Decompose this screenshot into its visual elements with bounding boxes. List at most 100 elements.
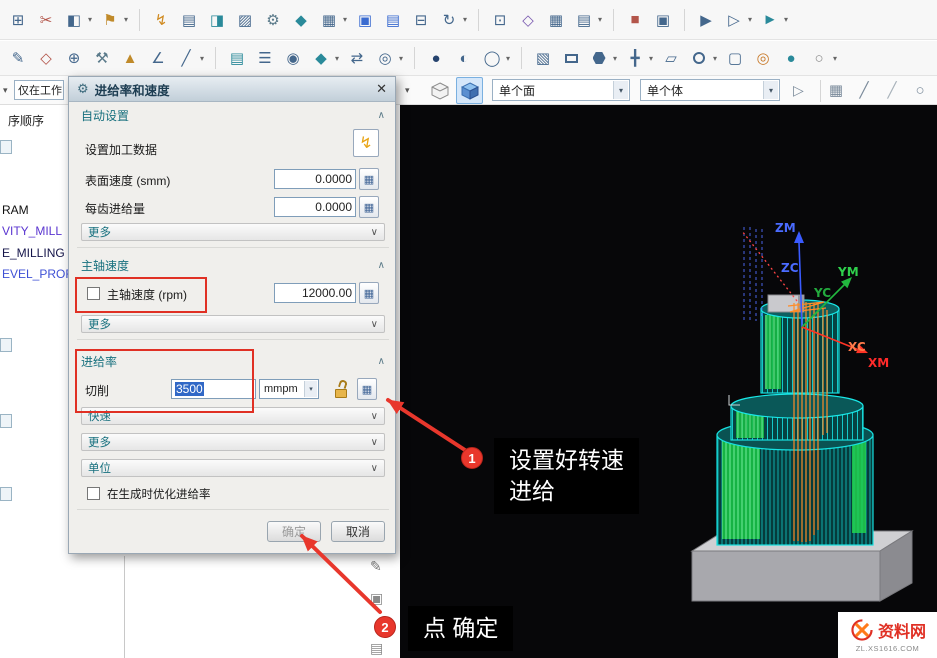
view-overflow-caret-icon[interactable]: ▾	[405, 85, 410, 96]
orbit-icon[interactable]: ◯	[480, 46, 504, 70]
pencil-icon[interactable]: ✎	[6, 46, 30, 70]
collapse-icon[interactable]: ⊟	[409, 8, 433, 32]
chevron-down-icon[interactable]: ∨	[371, 319, 378, 330]
ring2-icon[interactable]: ○	[807, 46, 831, 70]
chevron-down-icon[interactable]: ∨	[371, 437, 378, 448]
dialog-titlebar[interactable]: ⚙ 进给率和速度 ✕	[69, 77, 395, 102]
dropdown-caret-icon[interactable]: ▾	[200, 54, 208, 63]
layers-icon[interactable]: ☰	[253, 46, 277, 70]
target-icon[interactable]: ◉	[281, 46, 305, 70]
forward-arrow-icon[interactable]: ▷	[793, 82, 804, 99]
list-icon[interactable]: ▤	[177, 8, 201, 32]
list-small-icon[interactable]: ▤	[370, 640, 383, 657]
rectangle-icon[interactable]	[559, 46, 583, 70]
offset-icon[interactable]: ⊕	[62, 46, 86, 70]
globe-icon[interactable]: ●	[424, 46, 448, 70]
section-spindle-speed[interactable]: 主轴速度 ∧	[81, 257, 385, 274]
tool-icon[interactable]: ⚒	[90, 46, 114, 70]
export-icon[interactable]: ▶	[694, 8, 718, 32]
transform-icon[interactable]: ◇	[34, 46, 58, 70]
combo-caret-icon[interactable]: ▾	[613, 81, 628, 99]
dropdown-caret-icon[interactable]: ▾	[833, 54, 841, 63]
dropdown-caret-icon[interactable]: ▾	[124, 15, 132, 24]
combo-caret-icon[interactable]: ▾	[763, 81, 778, 99]
copy-icon[interactable]: ⊡	[488, 8, 512, 32]
surface-speed-input[interactable]: 0.0000	[274, 169, 356, 189]
doc-icon[interactable]: ▣	[353, 8, 377, 32]
point-icon[interactable]: ◎	[751, 46, 775, 70]
feed-unit-select[interactable]: mmpm ▾	[259, 379, 319, 399]
dropdown-caret-icon[interactable]: ▾	[399, 54, 407, 63]
book-icon[interactable]: ▤	[225, 46, 249, 70]
chevron-up-icon[interactable]: ∧	[378, 260, 385, 271]
calculator-icon[interactable]: ▦	[359, 168, 379, 190]
calculator-icon[interactable]: ▦	[359, 282, 379, 304]
wireframe-view-icon[interactable]	[426, 77, 453, 104]
note-icon[interactable]: ▤	[381, 8, 405, 32]
cut-feed-input[interactable]: 3500	[171, 379, 256, 399]
midpoint-snap-icon[interactable]: ╱	[880, 78, 904, 102]
measure-icon[interactable]: ╱	[174, 46, 198, 70]
spindle-speed-checkbox[interactable]	[87, 287, 100, 300]
angle-icon[interactable]: ∠	[146, 46, 170, 70]
chevron-up-icon[interactable]: ∧	[378, 110, 385, 121]
grid-snap-icon[interactable]: ▦	[824, 78, 848, 102]
shaded-view-icon[interactable]	[456, 77, 483, 104]
shade-icon[interactable]: ◧	[62, 8, 86, 32]
chevron-down-icon[interactable]: ∨	[371, 463, 378, 474]
dropdown-caret-icon[interactable]: ▾	[463, 15, 471, 24]
bolt-icon[interactable]: ↯	[149, 8, 173, 32]
gem2-icon[interactable]: ◆	[309, 46, 333, 70]
chevron-down-icon[interactable]: ∨	[371, 227, 378, 238]
circle-icon[interactable]	[687, 46, 711, 70]
dropdown-caret-icon[interactable]: ▾	[598, 15, 606, 24]
section-auto-settings[interactable]: 自动设置 ∧	[81, 107, 385, 124]
display-icon[interactable]: ▣	[370, 590, 383, 607]
unlock-icon[interactable]	[333, 380, 349, 399]
chevron-up-icon[interactable]: ∧	[378, 356, 385, 367]
dropdown-caret-icon[interactable]: ▾	[506, 54, 514, 63]
half-shade-icon[interactable]: ◨	[205, 8, 229, 32]
optimize-feed-checkbox[interactable]	[87, 487, 100, 500]
sphere2-icon[interactable]: ●	[779, 46, 803, 70]
navigator-item[interactable]: RAM	[2, 203, 29, 217]
dropdown-caret-icon[interactable]: ▾	[335, 54, 343, 63]
overflow-caret-icon[interactable]: ▾	[3, 85, 8, 96]
calculator-icon[interactable]: ▦	[359, 196, 379, 218]
cut-icon[interactable]: ✂	[34, 8, 58, 32]
set-machining-data-button[interactable]: ↯	[353, 129, 379, 157]
plane-icon[interactable]: ▱	[659, 46, 683, 70]
navigator-item[interactable]: VITY_MILL	[2, 224, 62, 238]
units-bar[interactable]: 单位 ∨	[81, 459, 385, 477]
body-rule-combo[interactable]: 单个体 ▾	[640, 79, 780, 101]
square-icon[interactable]: ▢	[723, 46, 747, 70]
cube-icon[interactable]: ▧	[531, 46, 555, 70]
gear-icon[interactable]: ⚙	[261, 8, 285, 32]
ring-icon[interactable]: ◎	[373, 46, 397, 70]
diamond-icon[interactable]: ◆	[289, 8, 313, 32]
rapid-bar[interactable]: 快速 ∨	[81, 407, 385, 425]
csys-icon[interactable]: ╋	[623, 46, 647, 70]
close-icon[interactable]: ✕	[376, 81, 387, 97]
section-feed-rate[interactable]: 进给率 ∧	[81, 353, 385, 370]
stop-icon[interactable]: ■	[623, 8, 647, 32]
dropdown-caret-icon[interactable]: ▾	[748, 15, 756, 24]
menu-icon[interactable]: ▤	[572, 8, 596, 32]
auto-more-bar[interactable]: 更多 ∨	[81, 223, 385, 241]
frame-icon[interactable]: ▣	[651, 8, 675, 32]
table-icon[interactable]: ▦	[544, 8, 568, 32]
dropdown-caret-icon[interactable]: ▾	[784, 15, 792, 24]
hatch-icon[interactable]: ▨	[233, 8, 257, 32]
navigator-item[interactable]: E_MILLING	[2, 246, 65, 260]
spindle-speed-input[interactable]: 12000.00	[274, 283, 356, 303]
endpoint-snap-icon[interactable]: ╱	[852, 78, 876, 102]
flag-icon[interactable]: ⚑	[98, 8, 122, 32]
dropdown-caret-icon[interactable]: ▾	[713, 54, 721, 63]
dropdown-caret-icon[interactable]: ▾	[613, 54, 621, 63]
play-icon[interactable]: ▷	[722, 8, 746, 32]
swap-icon[interactable]: ⇄	[345, 46, 369, 70]
sphere-icon[interactable]: ◐	[452, 46, 476, 70]
selection-scope-combo[interactable]: 仅在工作	[14, 80, 64, 100]
gem-icon[interactable]: ◇	[516, 8, 540, 32]
hexagon-icon[interactable]	[587, 46, 611, 70]
